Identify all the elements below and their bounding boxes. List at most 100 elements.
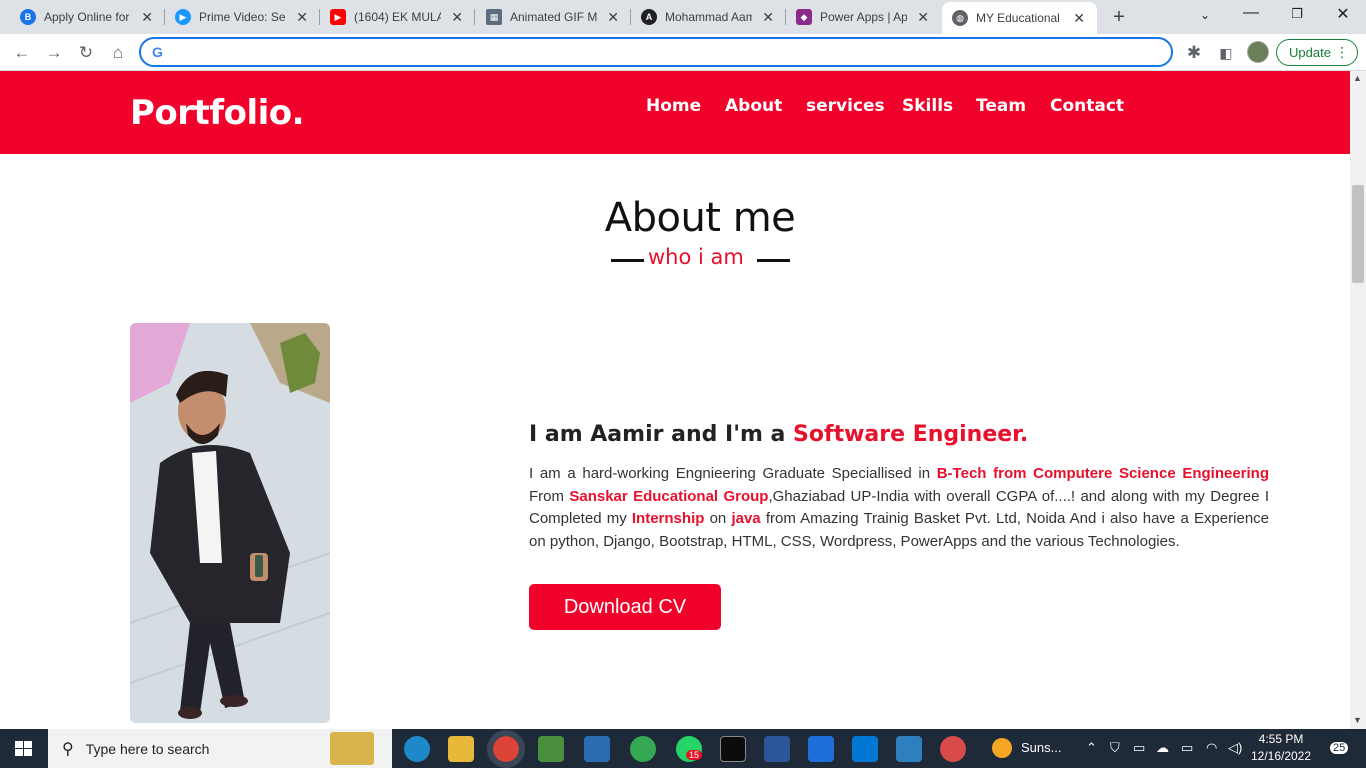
terminal-icon[interactable] [720, 736, 746, 762]
para-highlight: java [731, 510, 761, 528]
nav-about[interactable]: About [725, 96, 782, 116]
file-explorer-icon[interactable] [448, 736, 474, 762]
nav-contact[interactable]: Contact [1050, 96, 1124, 116]
subtitle-rule-right [757, 259, 790, 262]
tray-chevron-icon[interactable]: ⌃ [1086, 740, 1097, 756]
home-icon[interactable]: ⌂ [106, 41, 130, 65]
media-player-icon[interactable] [808, 736, 834, 762]
reload-icon[interactable]: ↻ [74, 41, 98, 65]
browser-tab[interactable]: ▶ Prime Video: Sear ✕ [165, 0, 320, 34]
volume-icon[interactable]: ◁) [1228, 740, 1242, 756]
tab-separator [474, 9, 475, 25]
minimize-icon[interactable]: — [1236, 4, 1266, 22]
restore-icon[interactable]: ❐ [1282, 6, 1312, 22]
close-window-icon[interactable]: ✕ [1328, 4, 1358, 24]
profile-avatar[interactable] [1247, 41, 1269, 63]
scroll-up-icon[interactable]: ▲ [1353, 73, 1362, 83]
taskbar-clock[interactable]: 4:55 PM 12/16/2022 [1250, 731, 1312, 765]
browser-tab[interactable]: A Mohammad Aam ✕ [631, 0, 786, 34]
browser-toolbar: ← → ↻ ⌂ G ✱ ◧ Update ⋮ [0, 34, 1366, 71]
update-button[interactable]: Update ⋮ [1276, 39, 1358, 66]
taskbar-search[interactable]: ⚲ Type here to search [48, 729, 392, 768]
weather-label[interactable]: Suns... [1021, 740, 1061, 755]
page-scrollbar[interactable]: ▲ ▼ [1350, 71, 1366, 729]
close-tab-icon[interactable]: ✕ [294, 9, 310, 26]
weather-icon[interactable] [992, 738, 1012, 758]
para-highlight: B-Tech from Computere Science Engineerin… [936, 465, 1269, 482]
para-text: I am a hard-working Engnieering Graduate… [529, 465, 937, 482]
prime-video-icon: ▶ [175, 9, 191, 25]
browser-tab[interactable]: B Apply Online for ✕ [10, 0, 165, 34]
google-icon: G [152, 44, 163, 60]
edge-icon[interactable] [404, 736, 430, 762]
profile-photo-illustration [130, 323, 330, 723]
profile-photo [130, 323, 330, 723]
notification-count: 25 [1330, 742, 1349, 754]
section-subtitle: who i am [611, 245, 791, 273]
meet-icon[interactable]: ▭ [1133, 740, 1145, 756]
section-title: About me [604, 195, 796, 241]
nav-team[interactable]: Team [976, 96, 1026, 116]
tab-title: (1604) EK MULAQ [354, 10, 442, 24]
page-viewport: Portfolio. Home About services Skills Te… [0, 71, 1350, 729]
headline-role: Software Engineer. [793, 422, 1029, 447]
clock-time: 4:55 PM [1258, 732, 1304, 746]
tab-title: Apply Online for [44, 10, 130, 24]
close-tab-icon[interactable]: ✕ [605, 9, 621, 26]
tab-title: Mohammad Aam [665, 10, 753, 24]
forward-icon[interactable]: → [42, 41, 66, 65]
scrollbar-thumb[interactable] [1352, 185, 1364, 283]
nav-home[interactable]: Home [646, 96, 701, 116]
battery-icon[interactable]: ▭ [1181, 740, 1193, 756]
onedrive-icon[interactable]: ☁ [1156, 740, 1169, 756]
sheets-app-icon[interactable] [538, 736, 564, 762]
nav-services[interactable]: services [806, 96, 885, 116]
close-tab-icon[interactable]: ✕ [139, 9, 155, 26]
youtube-icon: ▶ [330, 9, 346, 25]
search-icon: ⚲ [62, 740, 74, 758]
extensions-icon[interactable]: ✱ [1182, 41, 1206, 65]
address-bar[interactable]: G [139, 37, 1173, 67]
power-apps-icon: ◆ [796, 9, 812, 25]
new-tab-button[interactable]: + [1108, 6, 1130, 29]
security-app-icon[interactable] [584, 736, 610, 762]
whatsapp-icon[interactable]: 15 [676, 736, 703, 762]
tab-title: Power Apps | App [820, 10, 908, 24]
snipping-tool-icon[interactable] [940, 736, 966, 762]
search-highlight-icon [330, 732, 374, 765]
about-paragraph: I am a hard-working Engnieering Graduate… [529, 463, 1269, 554]
scroll-down-icon[interactable]: ▼ [1353, 715, 1362, 725]
browser-tab[interactable]: ◆ Power Apps | App ✕ [786, 0, 941, 34]
wifi-icon[interactable]: ◠ [1206, 740, 1217, 756]
close-tab-icon[interactable]: ✕ [760, 9, 776, 26]
whatsapp-badge: 15 [686, 750, 703, 760]
photos-icon[interactable] [896, 736, 922, 762]
browser-tab[interactable]: ▶ (1604) EK MULAQ ✕ [320, 0, 475, 34]
site-favicon-icon: B [20, 9, 36, 25]
site-logo[interactable]: Portfolio. [130, 93, 305, 133]
word-icon[interactable] [764, 736, 790, 762]
windows-taskbar: ⚲ Type here to search 15 Suns... ⌃ ⛉ ▭ ☁… [0, 729, 1366, 768]
close-tab-icon[interactable]: ✕ [449, 9, 465, 26]
defender-icon[interactable]: ⛉ [1110, 740, 1120, 756]
omnibox-input[interactable] [175, 43, 1155, 61]
nav-skills[interactable]: Skills [902, 96, 953, 116]
vscode-icon[interactable] [852, 736, 878, 762]
more-menu-icon[interactable]: ⋮ [1335, 44, 1349, 61]
para-text: From [529, 487, 570, 505]
side-panel-icon[interactable]: ◧ [1214, 41, 1238, 65]
chrome-icon[interactable] [487, 730, 525, 768]
notification-icon[interactable]: 25 [1322, 737, 1349, 759]
start-button[interactable] [0, 729, 48, 768]
browser-tab-strip: B Apply Online for ✕ ▶ Prime Video: Sear… [0, 0, 1366, 34]
browser-tab-active[interactable]: ◍ MY Educational J ✕ [942, 2, 1097, 34]
close-tab-icon[interactable]: ✕ [1071, 10, 1087, 27]
para-highlight: Internship [631, 510, 705, 528]
chrome-profile-icon[interactable] [630, 736, 656, 762]
close-tab-icon[interactable]: ✕ [915, 9, 931, 26]
tab-search-icon[interactable]: ⌄ [1190, 8, 1220, 22]
download-cv-button[interactable]: Download CV [529, 584, 721, 630]
windows-logo-icon [15, 741, 32, 756]
browser-tab[interactable]: ▦ Animated GIF Ma ✕ [476, 0, 631, 34]
back-icon[interactable]: ← [10, 41, 34, 65]
